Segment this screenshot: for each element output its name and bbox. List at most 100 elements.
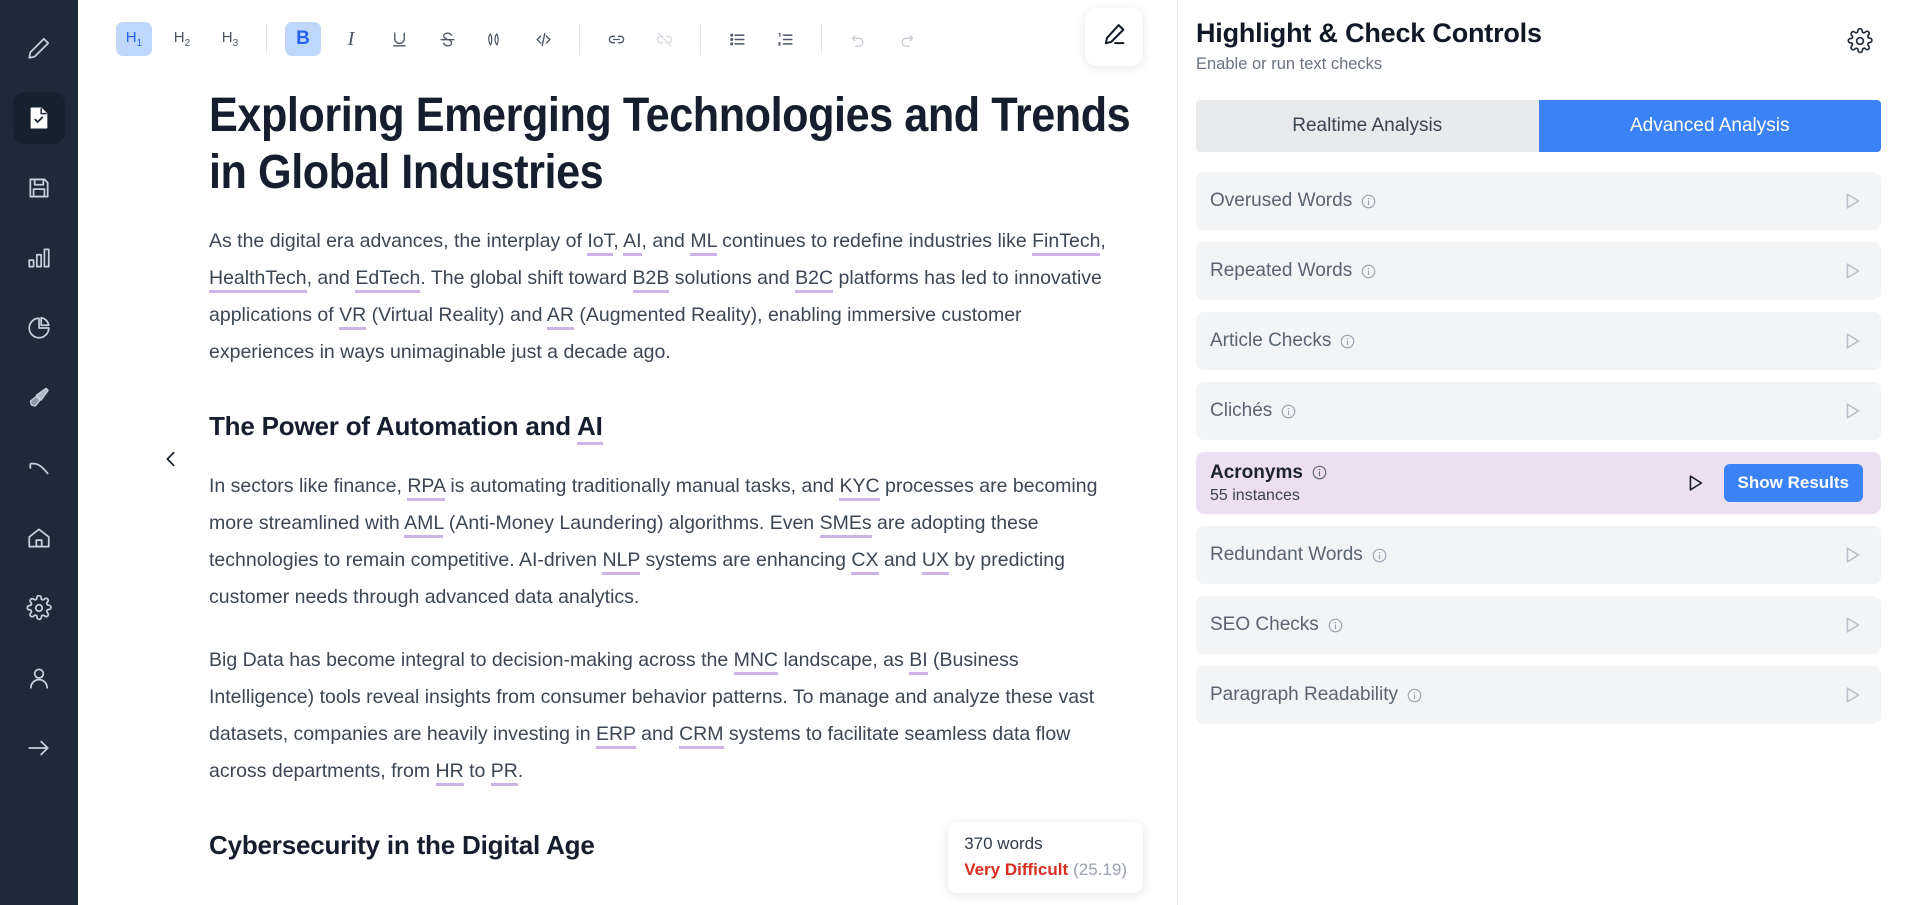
- acronym-cx: CX: [851, 549, 879, 575]
- highlighter-icon: [26, 385, 52, 411]
- bold-button[interactable]: B: [285, 22, 321, 56]
- redo-button[interactable]: [888, 22, 924, 56]
- check-label: Article Checks: [1210, 330, 1332, 351]
- check-row-seo-checks[interactable]: SEO Checks: [1196, 596, 1881, 654]
- run-check-icon[interactable]: [1841, 260, 1863, 282]
- info-icon[interactable]: [1281, 404, 1296, 419]
- check-row-paragraph-readability[interactable]: Paragraph Readability: [1196, 666, 1881, 724]
- text-run: .: [517, 760, 524, 782]
- run-check-icon[interactable]: [1841, 544, 1863, 566]
- page-title: Exploring Emerging Technologies and Tren…: [209, 92, 1142, 197]
- text-run: As the digital era advances, the interpl…: [209, 230, 588, 252]
- undo-button[interactable]: [840, 22, 876, 56]
- acronym-iot: IoT: [587, 230, 614, 256]
- edit-document-button[interactable]: [1085, 8, 1143, 66]
- text-run: (Anti-Money Laundering) algorithms. Even: [443, 512, 820, 534]
- text-run: landscape, as: [778, 649, 910, 671]
- info-icon[interactable]: [1361, 264, 1376, 279]
- acronym-aml: AML: [404, 512, 444, 538]
- rail-item-highlight[interactable]: [13, 372, 65, 424]
- ordered-list-button[interactable]: [767, 22, 803, 56]
- blockquote-button[interactable]: [477, 22, 513, 56]
- rail-item-save[interactable]: [13, 162, 65, 214]
- text-run: The Power of Automation and: [209, 411, 578, 441]
- rail-item-home[interactable]: [13, 512, 65, 564]
- panel-title: Highlight & Check Controls: [1196, 18, 1542, 48]
- unlink-button[interactable]: [646, 22, 682, 56]
- underline-button[interactable]: [381, 22, 417, 56]
- info-icon[interactable]: [1407, 688, 1422, 703]
- rail-item-document[interactable]: [13, 92, 65, 144]
- check-row-article-checks[interactable]: Article Checks: [1196, 312, 1881, 370]
- tab-advanced-analysis[interactable]: Advanced Analysis: [1538, 100, 1881, 152]
- document-body[interactable]: Exploring Emerging Technologies and Tren…: [78, 78, 1177, 905]
- rail-item-curve[interactable]: [13, 442, 65, 494]
- link-button[interactable]: [598, 22, 634, 56]
- code-block-button[interactable]: [525, 22, 561, 56]
- formatting-toolbar: H1 H2 H3 B I: [78, 0, 1177, 78]
- heading-3-button[interactable]: H3: [212, 22, 248, 56]
- acronym-edtech: EdTech: [355, 267, 421, 293]
- check-row-cliches[interactable]: Clichés: [1196, 382, 1881, 440]
- acronym-ar: AR: [546, 304, 574, 330]
- word-count-card: 370 words Very Difficult (25.19): [948, 822, 1143, 893]
- page-title-line-1: Exploring Emerging Technologies and Tren…: [209, 89, 1131, 142]
- check-instance-count: 55 instances: [1210, 486, 1300, 504]
- run-check-icon[interactable]: [1841, 400, 1863, 422]
- text-run: solutions and: [669, 267, 796, 289]
- acronym-b2b: B2B: [632, 267, 670, 293]
- check-row-repeated-words[interactable]: Repeated Words: [1196, 242, 1881, 300]
- editor-column: H1 H2 H3 B I Exploring Emerging Technolo…: [78, 0, 1177, 905]
- curve-icon: [26, 455, 52, 481]
- check-label: Acronyms: [1210, 461, 1303, 483]
- check-label: Repeated Words: [1210, 260, 1353, 281]
- acronym-b2c: B2C: [795, 267, 834, 293]
- panel-settings-button[interactable]: [1847, 27, 1877, 58]
- check-row-redundant-words[interactable]: Redundant Words: [1196, 526, 1881, 584]
- italic-button[interactable]: I: [333, 22, 369, 56]
- paragraph-1: As the digital era advances, the interpl…: [209, 223, 1109, 371]
- text-run: is automating traditionally manual tasks…: [444, 475, 840, 497]
- info-icon[interactable]: [1361, 194, 1376, 209]
- run-check-icon[interactable]: [1841, 684, 1863, 706]
- analysis-mode-tabs: Realtime Analysis Advanced Analysis: [1196, 100, 1881, 152]
- acronym-bi: BI: [909, 649, 928, 675]
- chevron-left-icon: [160, 448, 182, 475]
- word-count-value: 370 words: [964, 834, 1043, 853]
- rail-item-account[interactable]: [13, 652, 65, 704]
- run-check-icon[interactable]: [1684, 472, 1706, 494]
- rail-item-collapse[interactable]: [13, 722, 65, 774]
- info-icon[interactable]: [1340, 334, 1355, 349]
- check-row-acronyms[interactable]: Acronyms 55 instances Show Results: [1196, 452, 1881, 514]
- check-label: SEO Checks: [1210, 614, 1319, 635]
- toolbar-divider: [700, 24, 701, 54]
- rail-item-statistics[interactable]: [13, 232, 65, 284]
- show-results-button[interactable]: Show Results: [1723, 464, 1863, 502]
- run-check-icon[interactable]: [1841, 190, 1863, 212]
- heading-2-button[interactable]: H2: [164, 22, 200, 56]
- heading-1-button[interactable]: H1: [116, 22, 152, 56]
- info-icon[interactable]: [1372, 548, 1387, 563]
- acronym-fintech: FinTech: [1032, 230, 1101, 256]
- text-run: . The global shift toward: [420, 267, 633, 289]
- document-check-icon: [26, 105, 52, 131]
- check-row-overused-words[interactable]: Overused Words: [1196, 172, 1881, 230]
- rail-item-settings[interactable]: [13, 582, 65, 634]
- run-check-icon[interactable]: [1841, 330, 1863, 352]
- text-run: (Virtual Reality) and: [366, 304, 547, 326]
- rail-item-pen[interactable]: [13, 22, 65, 74]
- bullet-list-button[interactable]: [719, 22, 755, 56]
- info-icon[interactable]: [1312, 465, 1327, 480]
- bar-chart-icon: [26, 245, 52, 271]
- info-icon[interactable]: [1328, 618, 1343, 633]
- run-check-icon[interactable]: [1841, 614, 1863, 636]
- pencil-icon: [1100, 21, 1128, 54]
- tab-realtime-analysis[interactable]: Realtime Analysis: [1196, 100, 1539, 152]
- home-icon: [26, 525, 52, 551]
- rail-item-analytics[interactable]: [13, 302, 65, 354]
- strikethrough-button[interactable]: [429, 22, 465, 56]
- readability-score: (25.19): [1073, 860, 1127, 879]
- previous-page-button[interactable]: [150, 440, 192, 482]
- acronym-ml: ML: [690, 230, 717, 256]
- toolbar-divider: [266, 24, 267, 54]
